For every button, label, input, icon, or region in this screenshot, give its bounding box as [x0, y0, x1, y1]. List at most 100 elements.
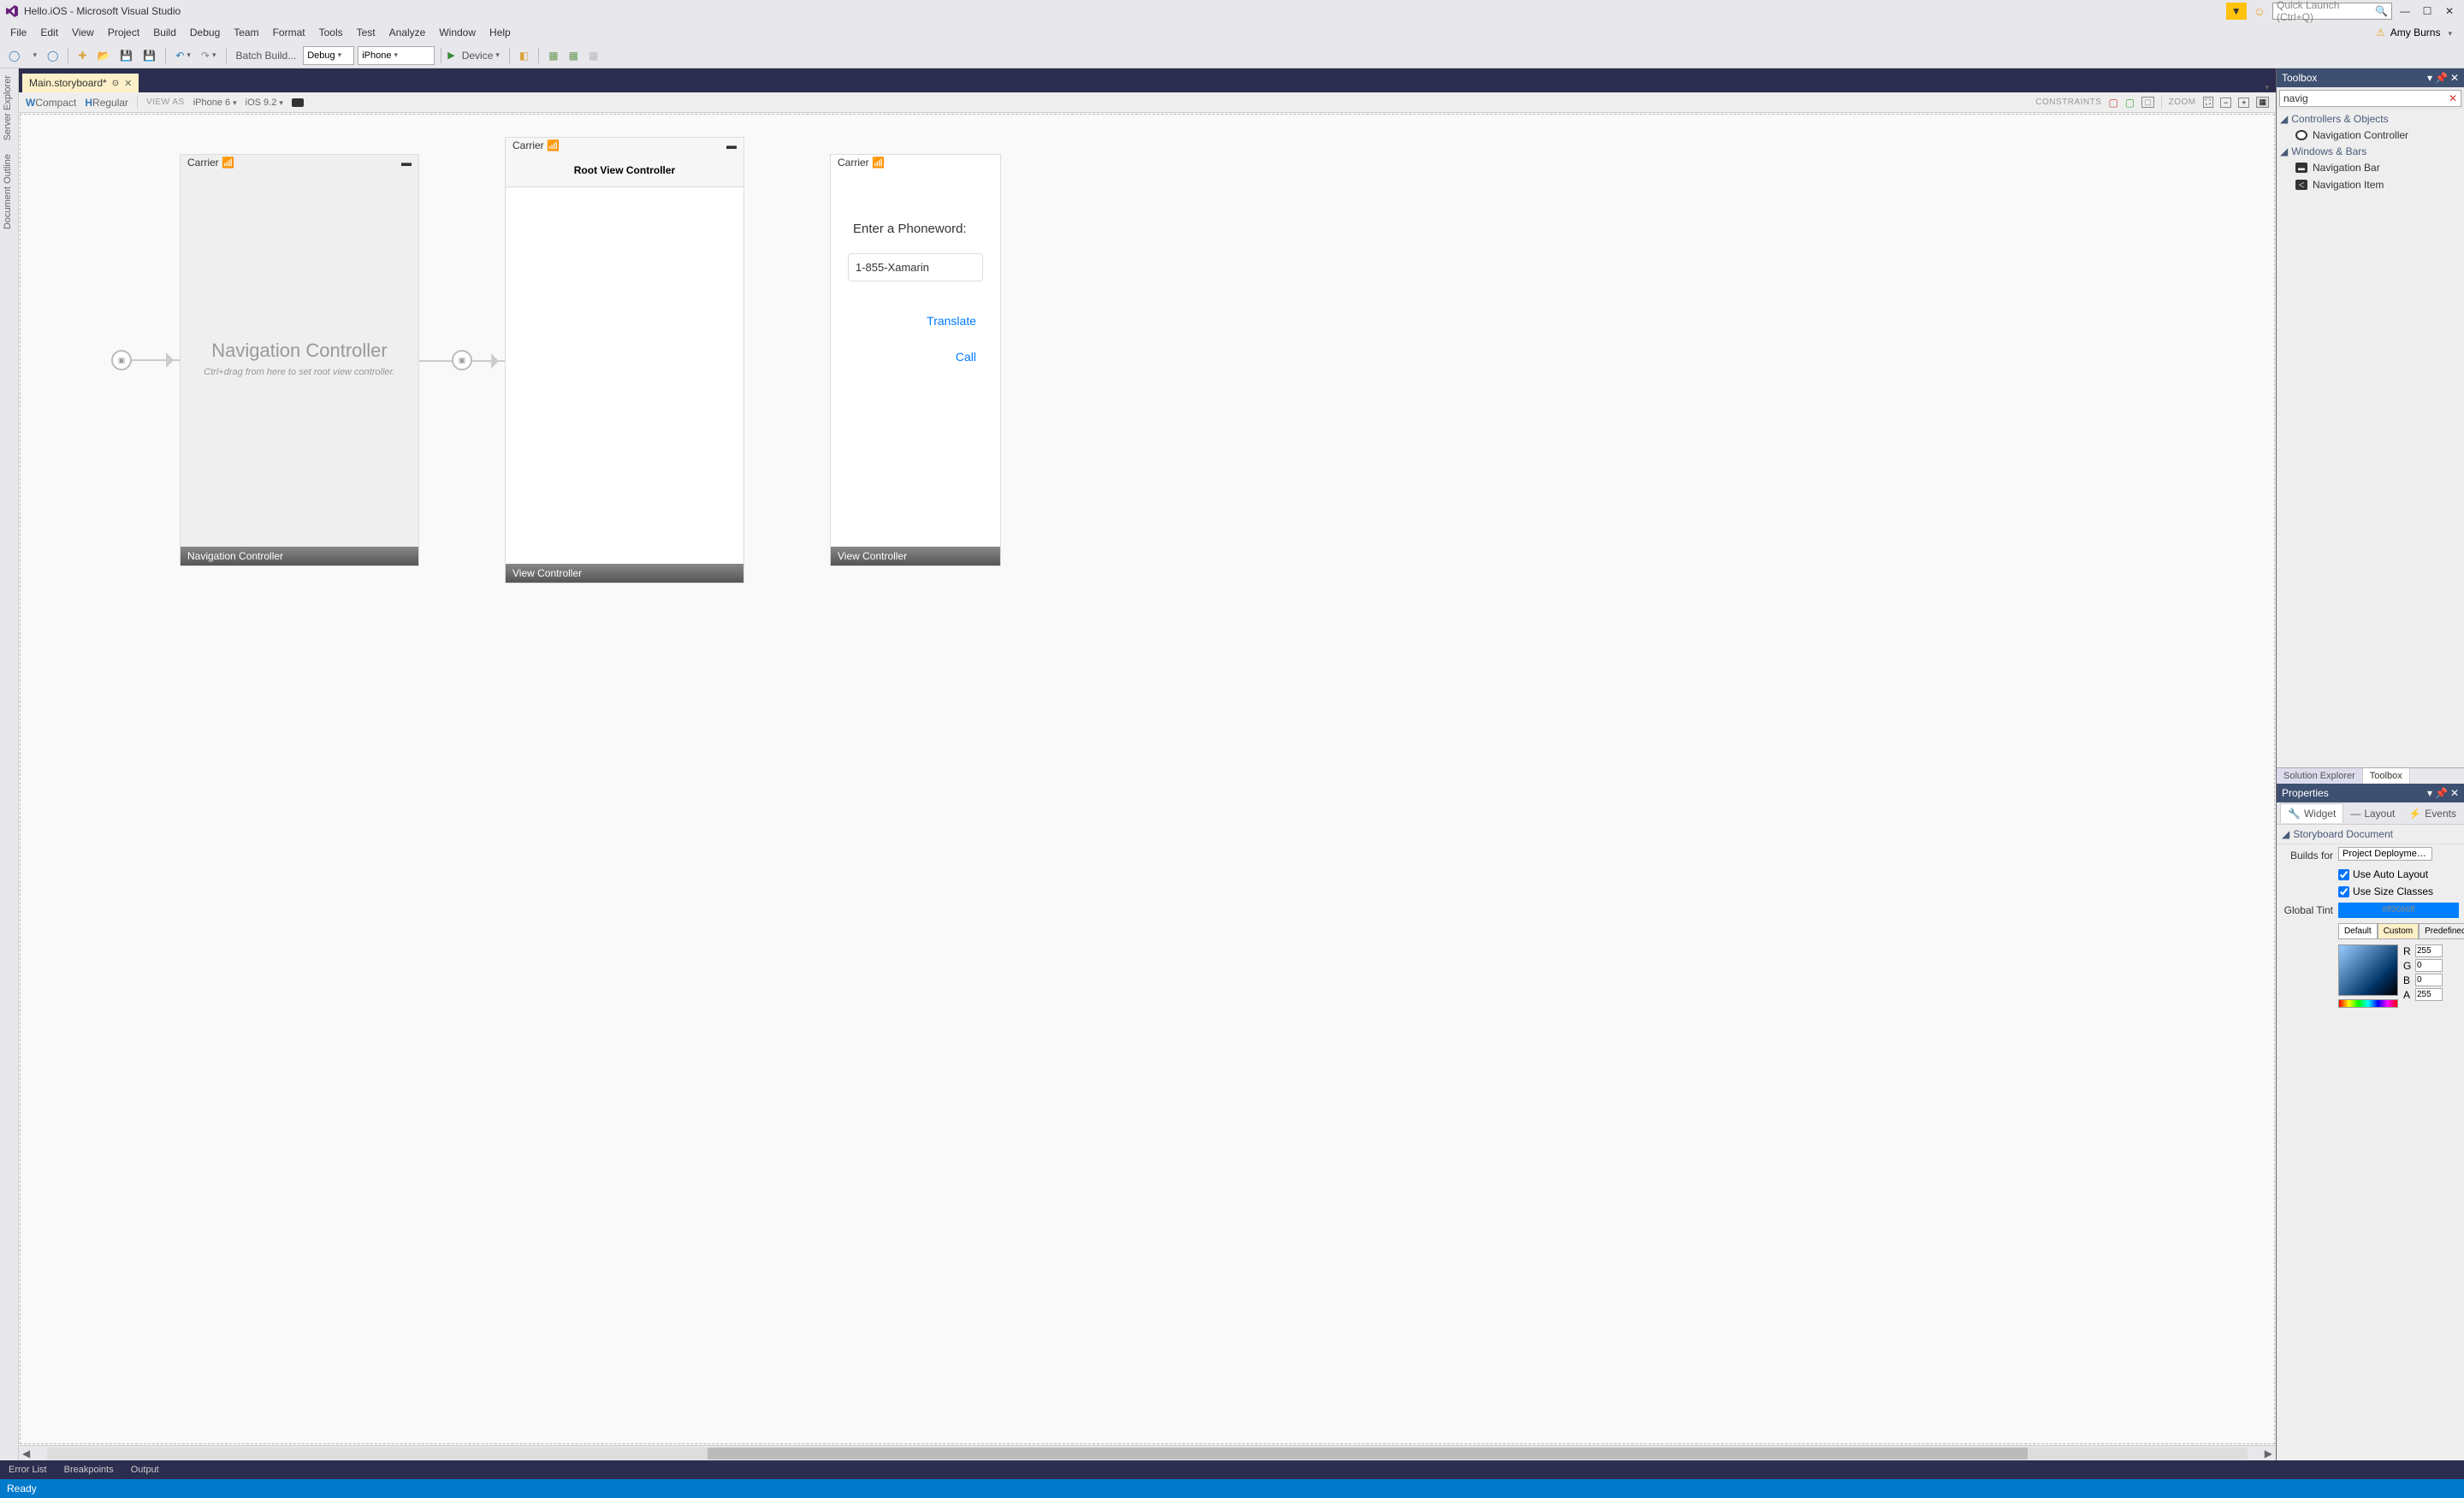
maximize-button[interactable]: ☐	[2418, 3, 2437, 19]
tab-breakpoints[interactable]: Breakpoints	[56, 1462, 122, 1477]
nav-fwd-button[interactable]: ◯	[44, 46, 62, 65]
batch-build-button[interactable]: Batch Build...	[233, 46, 300, 65]
platform-dropdown[interactable]: iPhone	[358, 46, 435, 65]
tb-icon-2[interactable]: ▦	[545, 46, 561, 65]
constraint-btn-3[interactable]: ▢	[2141, 97, 2154, 108]
menu-analyze[interactable]: Analyze	[382, 24, 433, 41]
color-picker-hue[interactable]	[2338, 999, 2398, 1008]
open-button[interactable]: 📂	[93, 46, 113, 65]
config-dropdown[interactable]: Debug	[303, 46, 354, 65]
panel-close-icon[interactable]: ✕	[2450, 72, 2459, 84]
b-input[interactable]	[2415, 974, 2443, 986]
zoom-in-button[interactable]: +	[2238, 98, 2249, 108]
zoom-fit-button[interactable]: ⛶	[2203, 97, 2213, 108]
constraint-btn-1[interactable]: ▢	[2108, 97, 2118, 109]
notification-flag-button[interactable]: ▼	[2226, 3, 2247, 20]
user-name[interactable]: Amy Burns	[2390, 27, 2441, 38]
tint-predefined-button[interactable]: Predefined	[2419, 923, 2464, 939]
pin-icon[interactable]: ⊙	[112, 79, 119, 88]
ios-selector[interactable]: iOS 9.2	[246, 98, 283, 108]
nav-bar-title[interactable]: Root View Controller	[506, 153, 743, 187]
save-all-button[interactable]: 💾	[139, 46, 159, 65]
toolbox-group-controllers[interactable]: ◢Controllers & Objects	[2280, 111, 2461, 127]
zoom-out-button[interactable]: −	[2220, 98, 2231, 108]
tb-icon-3[interactable]: ▦	[566, 46, 582, 65]
global-tint-swatch[interactable]: #ff0086ff	[2338, 903, 2459, 918]
menu-project[interactable]: Project	[101, 24, 146, 41]
toolbox-group-windows-bars[interactable]: ◢Windows & Bars	[2280, 144, 2461, 159]
undo-button[interactable]: ↶	[172, 46, 194, 65]
tab-output[interactable]: Output	[122, 1462, 168, 1477]
menu-team[interactable]: Team	[227, 24, 265, 41]
user-menu-caret[interactable]	[2445, 27, 2452, 38]
prop-tab-widget[interactable]: 🔧Widget	[2280, 803, 2343, 823]
root-view-controller-scene[interactable]: Carrier 📶▬ Root View Controller View Con…	[505, 137, 744, 583]
document-tab[interactable]: Main.storyboard* ⊙ ✕	[22, 74, 139, 92]
menu-format[interactable]: Format	[266, 24, 312, 41]
a-input[interactable]	[2415, 988, 2443, 1001]
panel-close-icon[interactable]: ✕	[2450, 787, 2459, 799]
toolbox-search-input[interactable]: navig ✕	[2279, 90, 2461, 107]
menu-window[interactable]: Window	[432, 24, 483, 41]
menu-file[interactable]: File	[3, 24, 33, 41]
feedback-icon[interactable]: ☺	[2254, 4, 2266, 18]
side-tab-doc-outline[interactable]: Document Outline	[0, 147, 15, 236]
minimize-button[interactable]: —	[2396, 3, 2414, 19]
toolbox-item-nav-item[interactable]: ＜Navigation Item	[2280, 176, 2461, 193]
canvas-hscrollbar[interactable]: ◀ ▶	[19, 1445, 2276, 1460]
save-button[interactable]: 💾	[116, 46, 136, 65]
storyboard-canvas[interactable]: ▣ Carrier 📶▬ Navigation Controller Ctrl+…	[19, 113, 2276, 1445]
device-button[interactable]: Device	[459, 46, 503, 65]
close-tab-icon[interactable]: ✕	[124, 78, 132, 89]
side-tab-server-explorer[interactable]: Server Explorer	[0, 68, 15, 147]
panel-menu-icon[interactable]: ▾	[2427, 72, 2432, 84]
phoneword-input[interactable]: 1-855-Xamarin	[848, 253, 983, 281]
phoneword-view-controller-scene[interactable]: Carrier 📶 Enter a Phoneword: 1-855-Xamar…	[830, 154, 1001, 566]
size-class-h[interactable]: HRegular	[85, 97, 128, 109]
r-input[interactable]	[2415, 944, 2443, 957]
clear-search-icon[interactable]: ✕	[2449, 92, 2457, 104]
toolbox-item-nav-controller[interactable]: Navigation Controller	[2280, 127, 2461, 144]
prop-tab-events[interactable]: ⚡Events	[2402, 804, 2463, 823]
tab-toolbox[interactable]: Toolbox	[2363, 768, 2410, 784]
nav-back-button[interactable]: ◯	[5, 46, 23, 65]
menu-tools[interactable]: Tools	[312, 24, 350, 41]
close-button[interactable]: ✕	[2440, 3, 2459, 19]
menu-test[interactable]: Test	[350, 24, 382, 41]
menu-build[interactable]: Build	[146, 24, 183, 41]
tint-custom-button[interactable]: Custom	[2378, 923, 2419, 939]
entry-point-arrow[interactable]: ▣	[111, 350, 180, 370]
menu-debug[interactable]: Debug	[183, 24, 227, 41]
orientation-icon[interactable]	[292, 98, 304, 107]
navigation-controller-scene[interactable]: Carrier 📶▬ Navigation Controller Ctrl+dr…	[180, 154, 419, 566]
panel-pin-icon[interactable]: 📌	[2435, 787, 2448, 799]
g-input[interactable]	[2415, 959, 2443, 972]
auto-layout-checkbox[interactable]: Use Auto Layout	[2338, 868, 2428, 880]
size-class-w[interactable]: WCompact	[26, 97, 76, 109]
menu-view[interactable]: View	[65, 24, 101, 41]
tab-solution-explorer[interactable]: Solution Explorer	[2277, 768, 2363, 784]
zoom-actual-button[interactable]: ▦	[2256, 97, 2269, 108]
size-classes-checkbox[interactable]: Use Size Classes	[2338, 885, 2433, 897]
redo-button[interactable]: ↷	[198, 46, 220, 65]
call-button[interactable]: Call	[848, 343, 983, 370]
phoneword-label[interactable]: Enter a Phoneword:	[853, 222, 983, 236]
panel-pin-icon[interactable]: 📌	[2435, 72, 2448, 84]
color-picker-gradient[interactable]	[2338, 944, 2398, 996]
prop-section-storyboard[interactable]: ◢Storyboard Document	[2277, 825, 2464, 844]
nav-back-menu[interactable]	[27, 46, 40, 65]
prop-tab-layout[interactable]: —Layout	[2343, 804, 2402, 823]
device-selector[interactable]: iPhone 6	[193, 98, 237, 108]
new-button[interactable]: ✚	[74, 46, 90, 65]
builds-for-dropdown[interactable]: Project Deployment Target	[2338, 847, 2432, 861]
constraint-btn-2[interactable]: ▢	[2125, 97, 2135, 109]
tab-overflow[interactable]	[2259, 80, 2272, 92]
quick-launch-input[interactable]: Quick Launch (Ctrl+Q) 🔍	[2272, 3, 2392, 20]
menu-help[interactable]: Help	[483, 24, 518, 41]
tb-icon-1[interactable]: ◧	[516, 46, 532, 65]
segue-root[interactable]: ▣	[419, 350, 505, 370]
menu-edit[interactable]: Edit	[33, 24, 65, 41]
panel-menu-icon[interactable]: ▾	[2427, 787, 2432, 799]
tint-default-button[interactable]: Default	[2338, 923, 2378, 939]
toolbox-item-nav-bar[interactable]: ▬Navigation Bar	[2280, 159, 2461, 176]
